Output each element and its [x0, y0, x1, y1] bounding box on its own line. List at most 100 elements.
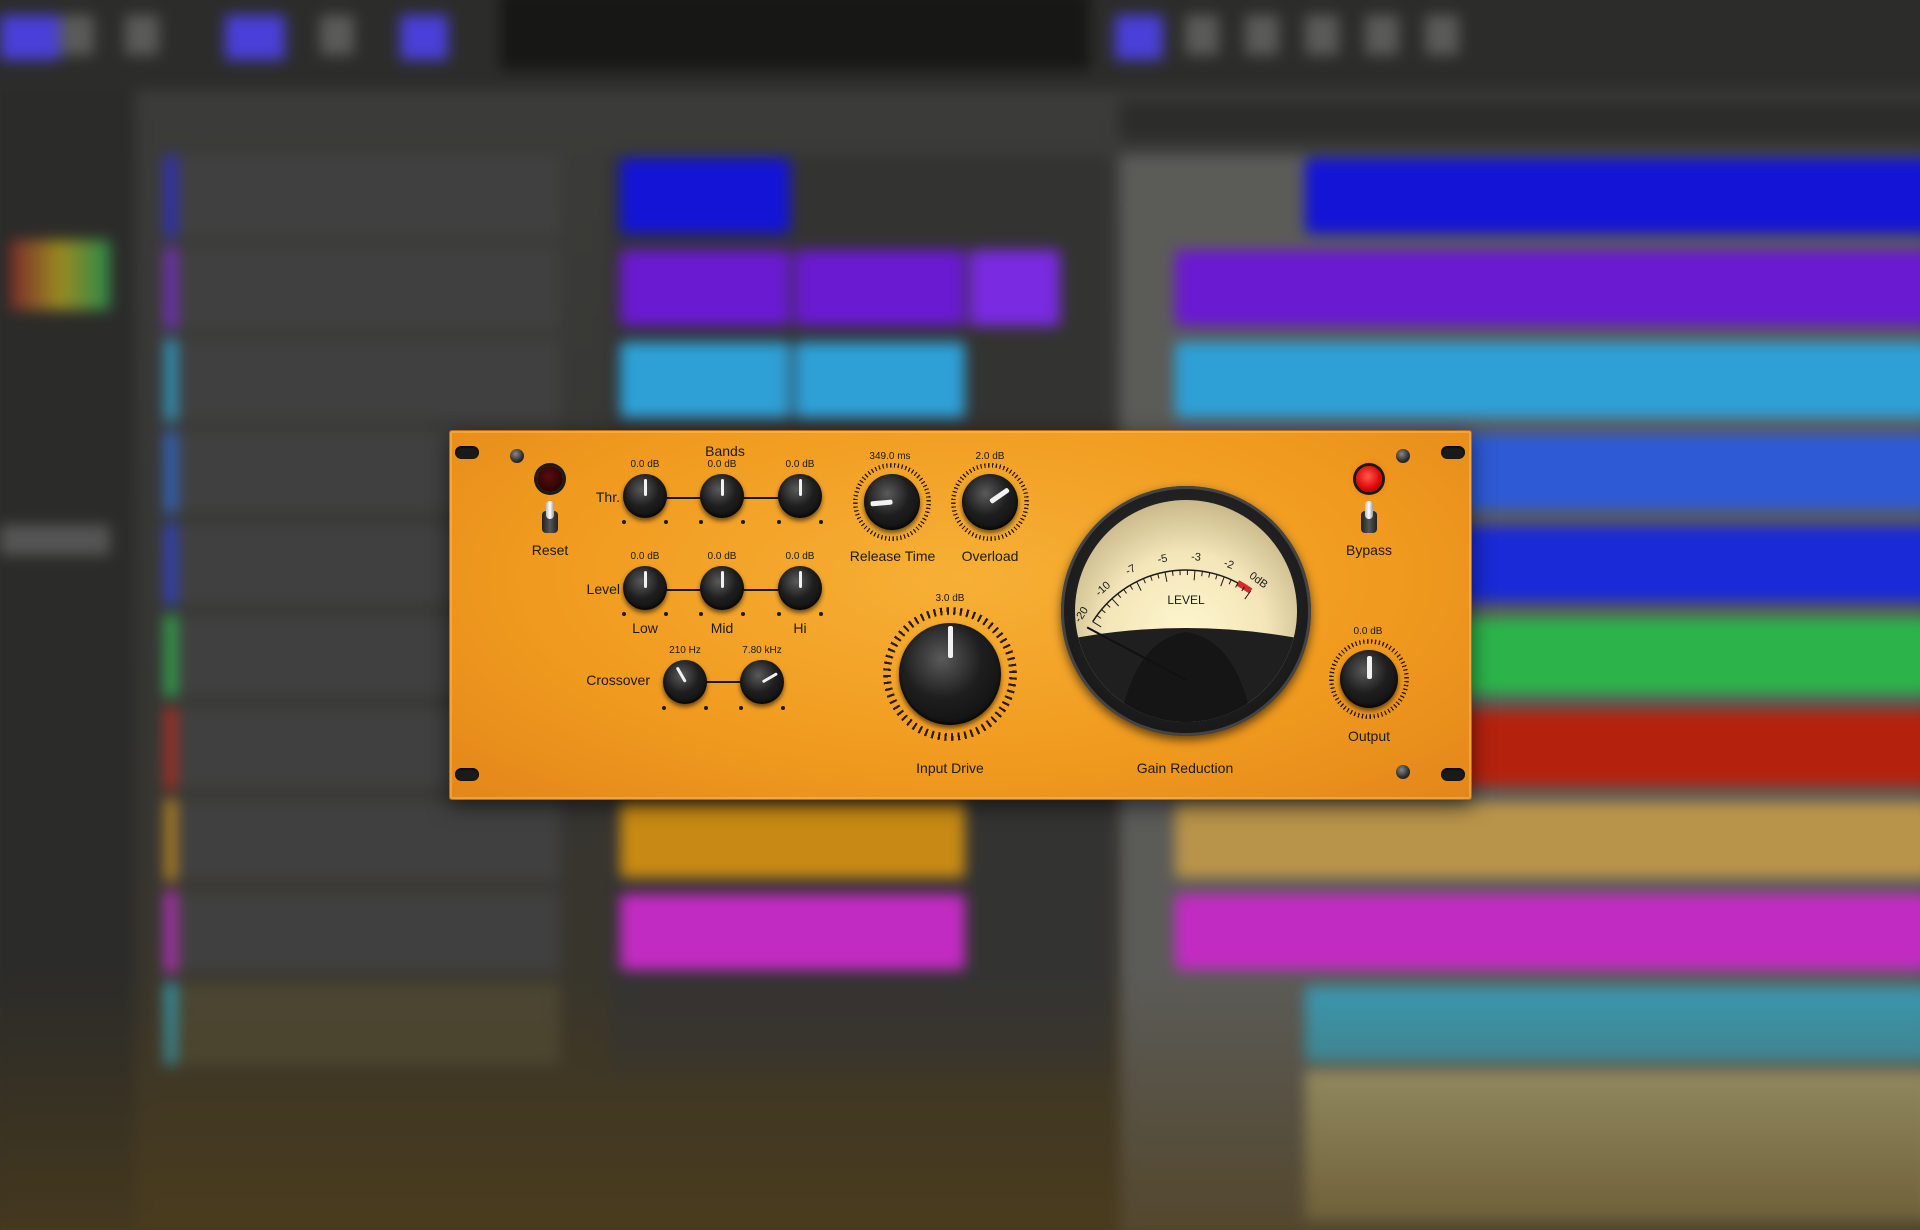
track-color — [166, 891, 176, 973]
panel-row — [0, 525, 110, 555]
band-low-label: Low — [632, 620, 658, 636]
toolbar-button — [320, 15, 354, 55]
bypass-toggle-switch[interactable] — [1360, 501, 1378, 535]
clip — [620, 342, 790, 418]
thr-hi-knob[interactable] — [775, 471, 825, 525]
toolbar-button — [225, 15, 285, 60]
meter-tick — [1171, 570, 1174, 576]
knob-pointer — [989, 487, 1010, 505]
input-drive-value: 3.0 dB — [935, 593, 965, 604]
thr-mid-knob[interactable] — [697, 471, 747, 525]
thr-label: Thr. — [595, 489, 620, 505]
knob-body — [623, 474, 667, 518]
track-header — [160, 891, 560, 973]
reset-toggle-switch[interactable] — [541, 501, 559, 535]
knob-min-mark — [662, 706, 666, 710]
band-mid-label: Mid — [710, 620, 734, 636]
arrange-clip — [1175, 802, 1920, 878]
reset-label: Reset — [531, 542, 569, 558]
knob-min-mark — [699, 612, 703, 616]
clip — [970, 250, 1060, 326]
knob-max-mark — [664, 612, 668, 616]
output-knob[interactable] — [1329, 639, 1409, 719]
knob-body — [1340, 650, 1398, 708]
release-time-knob[interactable] — [853, 463, 931, 541]
clip — [795, 250, 965, 326]
knob-pointer — [761, 672, 778, 684]
bands-label: Bands — [705, 443, 745, 459]
knob-body — [700, 566, 744, 610]
knob-pointer — [721, 479, 724, 496]
level-hi-value: 0.0 dB — [785, 551, 815, 562]
knob-max-mark — [741, 520, 745, 524]
knob-pointer — [1367, 656, 1372, 679]
arrange-clip — [1175, 250, 1920, 326]
overload-value: 2.0 dB — [975, 451, 1005, 462]
thr-mid-value: 0.0 dB — [707, 459, 737, 470]
input-drive-label: Input Drive — [916, 760, 984, 776]
toolbar-button — [1365, 15, 1399, 55]
thr-low-knob[interactable] — [620, 471, 670, 525]
level-low-value: 0.0 dB — [630, 551, 660, 562]
bottom-shade — [0, 970, 1920, 1230]
level-label: Level — [586, 581, 620, 597]
knob-body — [700, 474, 744, 518]
thr-low-value: 0.0 dB — [630, 459, 660, 470]
knob-body — [623, 566, 667, 610]
crossover-high-knob[interactable] — [737, 657, 787, 711]
knob-min-mark — [739, 706, 743, 710]
toolbar-button — [1245, 15, 1279, 55]
toolbar-button — [400, 15, 448, 60]
arrange-clip — [1175, 894, 1920, 970]
crossover-low-knob[interactable] — [660, 657, 710, 711]
knob-body — [962, 474, 1018, 530]
meter-face-label: LEVEL — [1167, 593, 1205, 607]
knob-min-mark — [699, 520, 703, 524]
knob-pointer — [799, 479, 802, 496]
reset-led — [537, 466, 563, 492]
screw — [510, 449, 524, 463]
track-header — [160, 339, 560, 421]
vu-meter-graphic: -20-10-7-5 -3 -20dB LEVEL — [1075, 500, 1297, 722]
output-value: 0.0 dB — [1353, 626, 1383, 637]
level-mid-value: 0.0 dB — [707, 551, 737, 562]
knob-min-mark — [777, 520, 781, 524]
daw-transport-display — [500, 0, 1090, 70]
track-color — [166, 707, 176, 789]
level-hi-knob[interactable] — [775, 563, 825, 617]
toggle-lever — [546, 501, 554, 519]
screw — [1396, 765, 1410, 779]
overload-knob[interactable] — [951, 463, 1029, 541]
track-color — [166, 339, 176, 421]
rack-ear-hole — [455, 768, 479, 781]
knob-max-mark — [781, 706, 785, 710]
rack-ear-hole — [455, 446, 479, 459]
output-label: Output — [1347, 728, 1391, 744]
knob-pointer — [870, 499, 893, 507]
knob-pointer — [644, 479, 647, 496]
level-mid-knob[interactable] — [697, 563, 747, 617]
toolbar-button — [0, 15, 60, 60]
toolbar-button — [60, 15, 94, 55]
toolbar-button — [1115, 15, 1163, 60]
screw — [1396, 449, 1410, 463]
clip — [795, 342, 965, 418]
knob-max-mark — [704, 706, 708, 710]
clip — [620, 250, 790, 326]
level-low-knob[interactable] — [620, 563, 670, 617]
band-hi-label: Hi — [793, 620, 807, 636]
release-time-label: Release Time — [849, 548, 936, 564]
knob-body — [778, 474, 822, 518]
meter-scale-label: -3 — [1191, 551, 1202, 564]
knob-pointer — [948, 626, 953, 658]
knob-body — [899, 623, 1001, 725]
crossover-low-value: 210 Hz — [669, 645, 701, 656]
knob-pointer — [675, 666, 687, 683]
track-header — [160, 799, 560, 881]
track-color — [166, 431, 176, 513]
input-drive-knob[interactable] — [883, 607, 1017, 741]
bypass-label: Bypass — [1346, 542, 1392, 558]
track-color — [166, 155, 176, 237]
arranger-ruler — [1120, 100, 1920, 140]
screen: Reset Bypass Bands Thr. Level Crossover … — [0, 0, 1920, 1230]
